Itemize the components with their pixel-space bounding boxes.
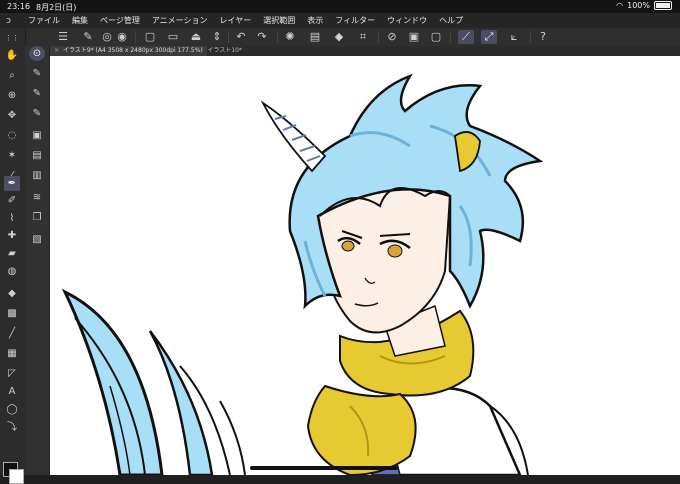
crop-icon[interactable]: ⌗ <box>355 30 371 44</box>
drawing-canvas[interactable] <box>50 56 680 475</box>
eraser-icon[interactable]: ▰ <box>4 246 20 261</box>
record-icon[interactable]: ◉ <box>114 30 130 44</box>
ruler-icon[interactable]: ⤢ <box>481 30 497 44</box>
pen-g-icon[interactable]: ✎ <box>29 66 45 81</box>
selection-icon[interactable]: ▣ <box>406 30 422 44</box>
sub-tool-object-icon[interactable]: ▥ <box>29 168 45 183</box>
airbrush-icon[interactable]: ⌇ <box>4 211 20 226</box>
new-file-icon[interactable]: ▢ <box>142 30 158 44</box>
toolbar-divider <box>135 31 136 43</box>
sub-tool-image-icon[interactable]: ▧ <box>29 232 45 247</box>
brush-icon[interactable]: ✐ <box>4 193 20 208</box>
hand-icon[interactable]: ✋ <box>4 48 20 63</box>
pen-icon[interactable]: ✒ <box>4 176 20 191</box>
undo-icon[interactable]: ↶ <box>233 30 249 44</box>
redo-icon[interactable]: ↷ <box>254 30 270 44</box>
face <box>316 188 452 357</box>
status-right: ◠ 100% <box>616 1 672 10</box>
sub-tool-layer-icon[interactable]: ▣ <box>29 128 45 143</box>
line-icon[interactable]: ╱ <box>4 326 20 341</box>
zoom-icon[interactable]: ⌕ <box>4 68 20 83</box>
sub-tool-copy-icon[interactable]: ❐ <box>29 210 45 225</box>
tab-label: イラスト10* <box>207 47 242 54</box>
open-folder-icon[interactable]: ▭ <box>165 30 181 44</box>
balloon-icon[interactable]: ◯ <box>4 402 20 417</box>
tab-label: イラスト9* (A4 3508 x 2480px 300dpi 177.5%) <box>62 47 203 54</box>
invert-icon[interactable]: ▢ <box>428 30 444 44</box>
sub-tool-panel: ⊙ ✎ ✎ ✎ ▣ ▤ ▥ ≋ ❐ ▧ <box>25 46 50 475</box>
toolbar-divider <box>378 31 379 43</box>
menu-help[interactable]: ヘルプ <box>433 15 469 26</box>
move-icon[interactable]: ✥ <box>4 108 20 123</box>
transform-icon[interactable]: ✺ <box>282 30 298 44</box>
background-color-swatch[interactable] <box>9 469 24 484</box>
target-icon[interactable]: ◎ <box>99 30 115 44</box>
menu-filter[interactable]: フィルター <box>329 15 381 26</box>
sub-tool-selected-icon[interactable]: ⊙ <box>29 46 45 61</box>
brush-icon[interactable]: ✎ <box>80 30 96 44</box>
menu-window[interactable]: ウィンドウ <box>381 15 433 26</box>
tool-panel: ⋮⋮ ✋ ⌕ ⊕ ✥ ◌ ✶ ⁄ ✒ ✐ ⌇ ✚ ▰ ◍ ◆ ▩ ╱ ▦ ◸ A… <box>0 28 26 484</box>
panel-grip-icon[interactable]: ⋮⋮ <box>4 31 20 46</box>
tab-illust-9[interactable]: × イラスト9* (A4 3508 x 2480px 300dpi 177.5%… <box>50 46 207 56</box>
menu-layer[interactable]: レイヤー <box>214 15 258 26</box>
wifi-icon: ◠ <box>616 1 624 10</box>
toolbar-divider <box>277 31 278 43</box>
fill-icon[interactable]: ◆ <box>331 30 347 44</box>
lasso-icon[interactable]: ◌ <box>4 128 20 143</box>
command-bar: ☰ ✎ ◎ ◉ ▢ ▭ ⏏ ⇕ ↶ ↷ ✺ ▤ ◆ ⌗ ⊘ ▣ ▢ ⟋ ⤢ ⟀ … <box>0 28 680 47</box>
pen-round-icon[interactable]: ✎ <box>29 86 45 101</box>
sub-tool-settings-icon[interactable]: ▤ <box>29 148 45 163</box>
toolbar-divider <box>530 31 531 43</box>
horn <box>260 100 327 173</box>
main-menu: ファイル 編集 ページ管理 アニメーション レイヤー 選択範囲 表示 フィルター… <box>22 15 469 26</box>
status-date: 8月2日(日) <box>36 3 77 12</box>
menu-view[interactable]: 表示 <box>301 15 329 26</box>
home-indicator[interactable] <box>250 466 398 470</box>
search-icon[interactable]: ⊕ <box>4 88 20 103</box>
status-bar: 23:16 8月2日(日) ◠ 100% <box>0 0 680 13</box>
toolbar-divider <box>228 31 229 43</box>
gradient-icon[interactable]: ▩ <box>4 306 20 321</box>
status-time: 23:16 <box>7 2 31 11</box>
stabilizer-icon[interactable]: ⟀ <box>506 30 522 44</box>
app-logo-icon[interactable]: ↄ <box>6 16 22 26</box>
artwork <box>61 73 544 475</box>
decorate-icon[interactable]: ✚ <box>4 228 20 243</box>
frame-icon[interactable]: ▦ <box>4 346 20 361</box>
save-icon[interactable]: ⏏ <box>188 30 204 44</box>
menu-page[interactable]: ページ管理 <box>94 15 146 26</box>
help-icon[interactable]: ? <box>535 30 551 44</box>
text-icon[interactable]: A <box>4 384 20 399</box>
battery-icon <box>654 1 672 10</box>
menu-selection[interactable]: 選択範囲 <box>257 15 301 26</box>
fill-icon[interactable]: ◆ <box>4 286 20 301</box>
menu-animation[interactable]: アニメーション <box>146 15 214 26</box>
battery-percent: 100% <box>627 1 650 10</box>
blend-icon[interactable]: ◍ <box>4 264 20 279</box>
tab-modified-icon: • <box>200 47 204 54</box>
toolbar-divider <box>450 31 451 43</box>
menu-file[interactable]: ファイル <box>22 15 66 26</box>
tab-close-icon[interactable]: × <box>54 47 59 54</box>
pen-marker-icon[interactable]: ✎ <box>29 106 45 121</box>
correct-icon[interactable]: ⤵ <box>4 420 20 435</box>
shape-icon[interactable]: ◸ <box>4 366 20 381</box>
tab-illust-10[interactable]: • イラスト10* <box>196 46 246 56</box>
menu-bar: ↄ ファイル 編集 ページ管理 アニメーション レイヤー 選択範囲 表示 フィル… <box>0 13 680 28</box>
snap-icon[interactable]: ⟋ <box>458 30 474 44</box>
layer-icon[interactable]: ▤ <box>307 30 323 44</box>
sub-tool-stack-icon[interactable]: ≋ <box>29 190 45 205</box>
clear-icon[interactable]: ⊘ <box>384 30 400 44</box>
document-tabs: × イラスト9* (A4 3508 x 2480px 300dpi 177.5%… <box>50 46 680 56</box>
foreground-hair-strokes <box>61 288 246 475</box>
menu-icon[interactable]: ☰ <box>55 30 71 44</box>
magic-wand-icon[interactable]: ✶ <box>4 148 20 163</box>
menu-edit[interactable]: 編集 <box>66 15 94 26</box>
stepper-icon[interactable]: ⇕ <box>209 30 225 44</box>
